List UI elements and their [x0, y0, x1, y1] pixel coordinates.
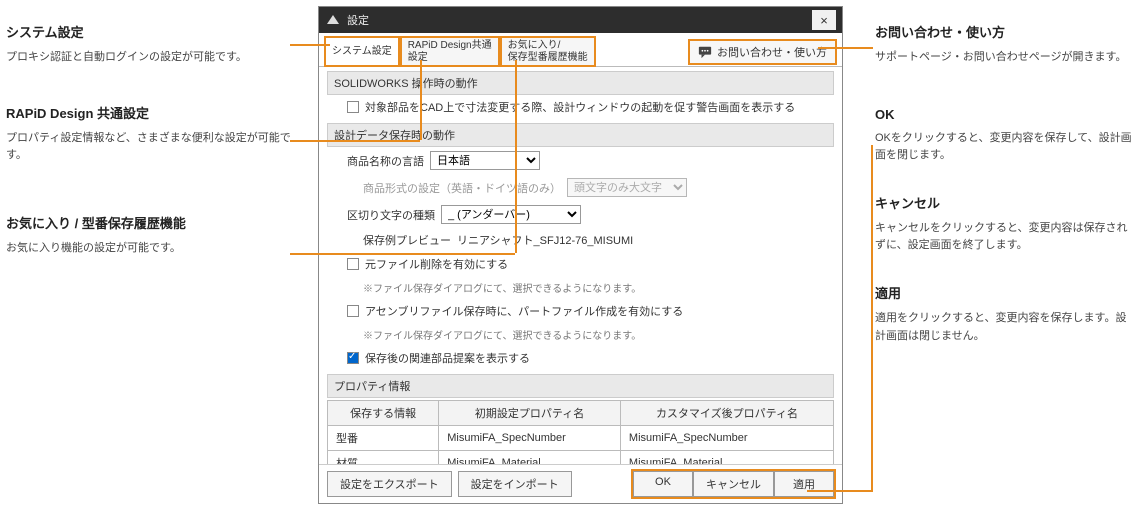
language-label: 商品名称の言語: [347, 153, 424, 169]
annotation-apply: 適用 適用をクリックすると、変更内容を保存します。設計画面は閉じません。: [875, 283, 1135, 345]
preview-label: 保存例プレビュー: [363, 232, 451, 248]
annotation-inquiry: お問い合わせ・使い方 サポートページ・お問い合わせページが開きます。: [875, 22, 1135, 67]
table-cell: MisumiFA_SpecNumber: [620, 426, 833, 451]
table-row: 型番MisumiFA_SpecNumberMisumiFA_SpecNumber: [328, 426, 834, 451]
format-select: 頭文字のみ大文字: [567, 178, 687, 197]
tab-label: システム設定: [332, 46, 392, 58]
import-button[interactable]: 設定をインポート: [458, 471, 572, 497]
row-preview: 保存例プレビュー リニアシャフト_SFJ12-76_MISUMI: [327, 228, 834, 252]
annotation-ok: OK OKをクリックすると、変更内容を保存して、設計画面を閉じます。: [875, 107, 1135, 165]
cancel-button[interactable]: キャンセル: [693, 471, 774, 497]
inquiry-button[interactable]: お問い合わせ・使い方: [689, 40, 836, 64]
annotation-favorites: お気に入り / 型番保存履歴機能 お気に入り機能の設定が可能です。: [6, 213, 291, 258]
dialog-title: 設定: [347, 12, 369, 28]
connector-line: [290, 44, 330, 46]
close-button[interactable]: ×: [812, 10, 836, 30]
table-cell: MisumiFA_Material: [439, 451, 621, 465]
tab-system-settings[interactable]: システム設定: [325, 37, 399, 66]
row-language: 商品名称の言語 日本語: [327, 147, 834, 174]
apply-button[interactable]: 適用: [774, 471, 834, 497]
dialog-footer: 設定をエクスポート 設定をインポート OK キャンセル 適用: [319, 464, 842, 503]
annotation-text: サポートページ・お問い合わせページが開きます。: [875, 49, 1135, 67]
checkbox-warn[interactable]: [347, 101, 359, 113]
prop-header: カスタマイズ後プロパティ名: [620, 401, 833, 426]
annotation-title: RAPiD Design 共通設定: [6, 103, 291, 122]
inquiry-label: お問い合わせ・使い方: [717, 44, 827, 60]
row-delete-checkbox[interactable]: 元ファイル削除を有効にする: [327, 252, 834, 276]
footer-right-group: OK キャンセル 適用: [633, 471, 834, 497]
table-cell: MisumiFA_Material: [620, 451, 833, 465]
annotation-title: 適用: [875, 283, 1135, 302]
annotation-title: システム設定: [6, 22, 291, 41]
settings-dialog: 設定 × システム設定 RAPiD Design共通 設定 お気に入り/ 保存型…: [318, 6, 843, 504]
checkbox-assembly[interactable]: [347, 305, 359, 317]
delimiter-label: 区切り文字の種類: [347, 207, 435, 223]
checkbox-assembly-label: アセンブリファイル保存時に、パートファイル作成を有効にする: [365, 303, 683, 319]
row-delimiter: 区切り文字の種類 _ (アンダーバー): [327, 201, 834, 228]
annotation-title: お気に入り / 型番保存履歴機能: [6, 213, 291, 232]
checkbox-delete[interactable]: [347, 258, 359, 270]
row-format: 商品形式の設定（英語・ドイツ語のみ） 頭文字のみ大文字: [327, 174, 834, 201]
section-property: プロパティ情報: [327, 374, 834, 398]
prop-header: 保存する情報: [328, 401, 439, 426]
tab-row: システム設定 RAPiD Design共通 設定 お気に入り/ 保存型番履歴機能…: [319, 33, 842, 67]
app-logo-icon: [325, 12, 341, 28]
connector-line: [290, 253, 515, 255]
note-assembly: ※ファイル保存ダイアログにて、選択できるようになります。: [327, 323, 834, 346]
property-table: 保存する情報 初期設定プロパティ名 カスタマイズ後プロパティ名 型番Misumi…: [327, 400, 834, 464]
table-cell: 材質: [328, 451, 439, 465]
connector-line: [871, 145, 873, 492]
row-warn-checkbox[interactable]: 対象部品をCAD上で寸法変更する際、設計ウィンドウの起動を促す警告画面を表示する: [327, 95, 834, 119]
checkbox-delete-label: 元ファイル削除を有効にする: [365, 256, 508, 272]
delimiter-select[interactable]: _ (アンダーバー): [441, 205, 581, 224]
annotation-rapid-design: RAPiD Design 共通設定 プロパティ設定情報など、さまざまな便利な設定…: [6, 103, 291, 165]
checkbox-related-label: 保存後の関連部品提案を表示する: [365, 350, 530, 366]
annotation-text: 適用をクリックすると、変更内容を保存します。設計画面は閉じません。: [875, 310, 1135, 345]
annotation-text: プロキシ認証と自動ログインの設定が可能です。: [6, 49, 291, 67]
table-row: 材質MisumiFA_MaterialMisumiFA_Material: [328, 451, 834, 465]
connector-line: [515, 60, 517, 253]
export-button[interactable]: 設定をエクスポート: [327, 471, 452, 497]
annotation-cancel: キャンセル キャンセルをクリックすると、変更内容は保存されずに、設定画面を終了し…: [875, 193, 1135, 255]
table-cell: 型番: [328, 426, 439, 451]
annotation-title: お問い合わせ・使い方: [875, 22, 1135, 41]
section-solidworks: SOLIDWORKS 操作時の動作: [327, 71, 834, 95]
table-cell: MisumiFA_SpecNumber: [439, 426, 621, 451]
dialog-titlebar: 設定 ×: [319, 7, 842, 33]
connector-line: [290, 140, 420, 142]
section-save: 設計データ保存時の動作: [327, 123, 834, 147]
annotation-system-settings: システム設定 プロキシ認証と自動ログインの設定が可能です。: [6, 22, 291, 67]
annotation-title: OK: [875, 107, 1135, 122]
prop-header: 初期設定プロパティ名: [439, 401, 621, 426]
connector-line: [807, 490, 873, 492]
preview-value: リニアシャフト_SFJ12-76_MISUMI: [457, 232, 633, 248]
checkbox-related[interactable]: [347, 352, 359, 364]
connector-line: [420, 60, 422, 140]
chat-icon: [698, 45, 712, 59]
tab-rapid-design[interactable]: RAPiD Design共通 設定: [401, 37, 499, 66]
annotation-text: OKをクリックすると、変更内容を保存して、設計画面を閉じます。: [875, 130, 1135, 165]
connector-line: [818, 47, 873, 49]
language-select[interactable]: 日本語: [430, 151, 540, 170]
checkbox-warn-label: 対象部品をCAD上で寸法変更する際、設計ウィンドウの起動を促す警告画面を表示する: [365, 99, 795, 115]
row-assembly-checkbox[interactable]: アセンブリファイル保存時に、パートファイル作成を有効にする: [327, 299, 834, 323]
annotation-text: キャンセルをクリックすると、変更内容は保存されずに、設定画面を終了します。: [875, 220, 1135, 255]
ok-button[interactable]: OK: [633, 471, 693, 497]
format-label: 商品形式の設定（英語・ドイツ語のみ）: [363, 180, 561, 196]
annotation-text: お気に入り機能の設定が可能です。: [6, 240, 291, 258]
note-delete: ※ファイル保存ダイアログにて、選択できるようになります。: [327, 276, 834, 299]
row-related-checkbox[interactable]: 保存後の関連部品提案を表示する: [327, 346, 834, 370]
annotation-title: キャンセル: [875, 193, 1135, 212]
annotation-text: プロパティ設定情報など、さまざまな便利な設定が可能です。: [6, 130, 291, 165]
tab-label: お気に入り/ 保存型番履歴機能: [508, 40, 588, 64]
